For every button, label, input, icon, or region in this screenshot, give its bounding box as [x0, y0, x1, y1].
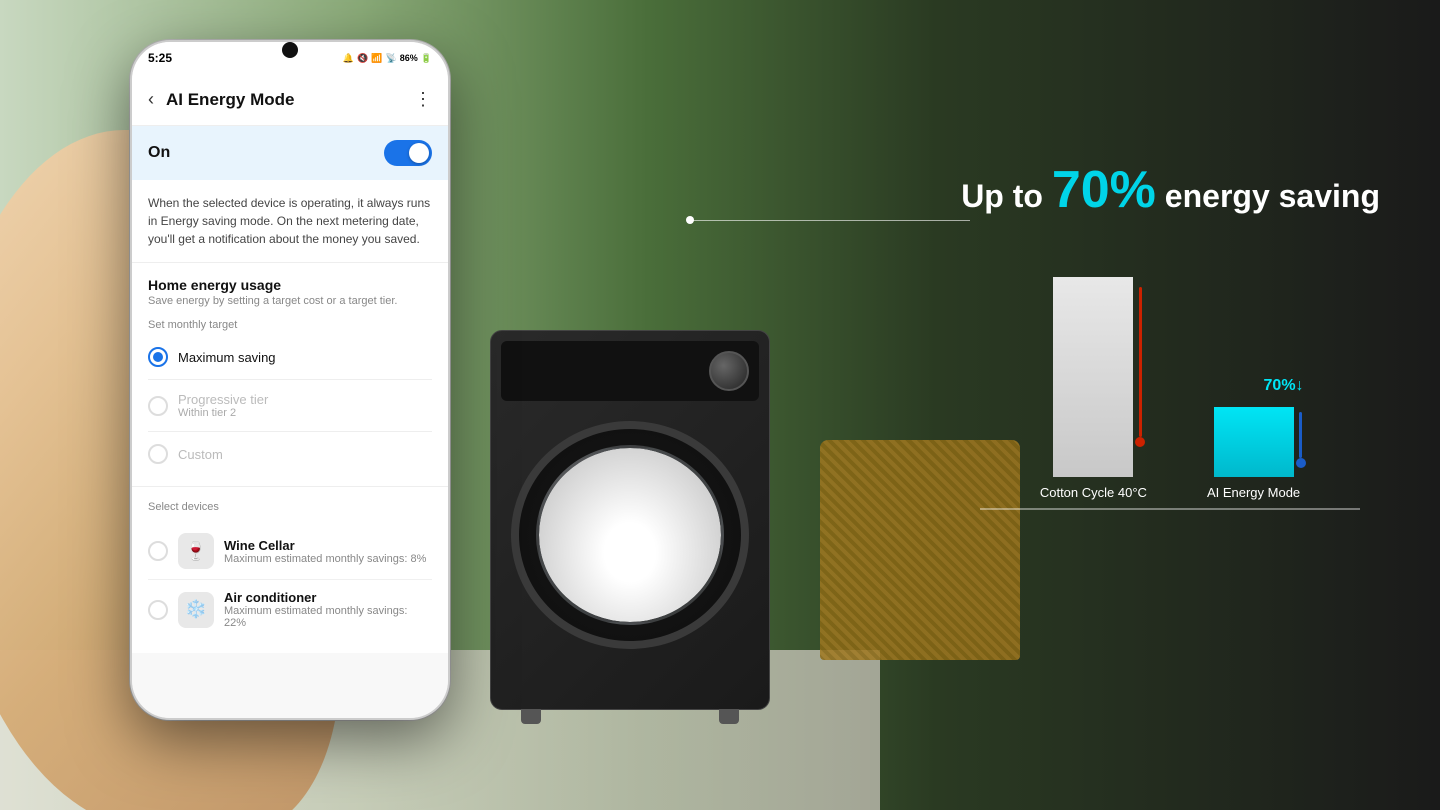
select-devices-section: Select devices 🍷 Wine Cellar Maximum est… — [132, 487, 448, 653]
home-energy-section: Home energy usage Save energy by setting… — [132, 263, 448, 487]
radio-progressive-circle — [148, 396, 168, 416]
scene-container: Up to 70% energy saving Cotton Cycle 40°… — [0, 0, 1440, 810]
app-header: ‹ AI Energy Mode ⋮ — [132, 74, 448, 126]
radio-progressive-subtext: Within tier 2 — [178, 407, 268, 419]
wine-cellar-name: Wine Cellar — [224, 538, 432, 553]
signal-icon: 📶 — [371, 53, 382, 64]
select-devices-label: Select devices — [148, 501, 432, 513]
status-time: 5:25 — [148, 51, 172, 65]
battery-icon: 🔋 — [421, 53, 432, 64]
device-wine-radio — [148, 541, 168, 561]
device-wine-cellar[interactable]: 🍷 Wine Cellar Maximum estimated monthly … — [148, 523, 432, 580]
radio-custom-circle — [148, 444, 168, 464]
energy-percent: 70% — [1052, 161, 1156, 219]
bar-cotton-label: Cotton Cycle 40°C — [1040, 485, 1147, 500]
camera-notch — [282, 42, 298, 58]
phone-frame: 5:25 🔔 🔇 📶 📡 86% 🔋 ‹ AI Energy Mode ⋮ — [130, 40, 450, 720]
air-conditioner-name: Air conditioner — [224, 590, 432, 605]
wine-cellar-savings: Maximum estimated monthly savings: 8% — [224, 553, 432, 565]
bar-ai: 70%↓ AI Energy Mode — [1207, 407, 1300, 500]
home-energy-title: Home energy usage — [148, 277, 432, 293]
bar-cotton: Cotton Cycle 40°C — [1040, 277, 1147, 500]
radio-max-saving[interactable]: Maximum saving — [148, 339, 432, 375]
phone-wrapper: 5:25 🔔 🔇 📶 📡 86% 🔋 ‹ AI Energy Mode ⋮ — [130, 40, 450, 720]
set-target-label: Set monthly target — [148, 319, 432, 331]
more-button[interactable]: ⋮ — [414, 89, 432, 110]
notification-icon: 🔔 — [343, 53, 354, 64]
toggle-switch[interactable] — [384, 140, 432, 166]
wine-cellar-icon: 🍷 — [178, 533, 214, 569]
status-icons: 🔔 🔇 📶 📡 86% 🔋 — [343, 53, 432, 64]
device-air-conditioner[interactable]: ❄️ Air conditioner Maximum estimated mon… — [148, 580, 432, 639]
wine-cellar-info: Wine Cellar Maximum estimated monthly sa… — [224, 538, 432, 565]
toggle-section: On — [132, 126, 448, 180]
app-content: On When the selected device is operating… — [132, 126, 448, 718]
radio-custom[interactable]: Custom — [148, 436, 432, 472]
description-section: When the selected device is operating, i… — [132, 180, 448, 263]
wifi-icon: 📡 — [386, 53, 397, 64]
description-text: When the selected device is operating, i… — [148, 196, 430, 246]
toggle-knob — [409, 143, 429, 163]
chart-area: Up to 70% energy saving Cotton Cycle 40°… — [960, 160, 1380, 560]
connecting-line — [690, 220, 970, 221]
header-title: AI Energy Mode — [166, 90, 402, 110]
device-ac-radio — [148, 600, 168, 620]
air-conditioner-icon: ❄️ — [178, 592, 214, 628]
radio-progressive-label: Progressive tier — [178, 392, 268, 407]
radio-max-saving-label: Maximum saving — [178, 350, 276, 365]
battery-text: 86% — [400, 53, 418, 63]
radio-custom-label: Custom — [178, 447, 223, 462]
back-button[interactable]: ‹ — [148, 89, 154, 110]
washer-knob — [709, 351, 749, 391]
energy-suffix: energy saving — [1165, 178, 1380, 214]
toggle-label: On — [148, 144, 170, 162]
air-conditioner-info: Air conditioner Maximum estimated monthl… — [224, 590, 432, 629]
radio-progressive[interactable]: Progressive tier Within tier 2 — [148, 384, 432, 427]
washing-machine — [490, 330, 770, 710]
bar-ai-label: AI Energy Mode — [1207, 485, 1300, 500]
energy-prefix: Up to — [961, 178, 1043, 214]
radio-max-saving-circle — [148, 347, 168, 367]
ai-percent-badge: 70%↓ — [1264, 377, 1304, 395]
mute-icon: 🔇 — [357, 53, 368, 64]
energy-saving-headline: Up to 70% energy saving — [961, 160, 1380, 220]
air-conditioner-savings: Maximum estimated monthly savings: 22% — [224, 605, 432, 629]
home-energy-subtitle: Save energy by setting a target cost or … — [148, 295, 432, 307]
